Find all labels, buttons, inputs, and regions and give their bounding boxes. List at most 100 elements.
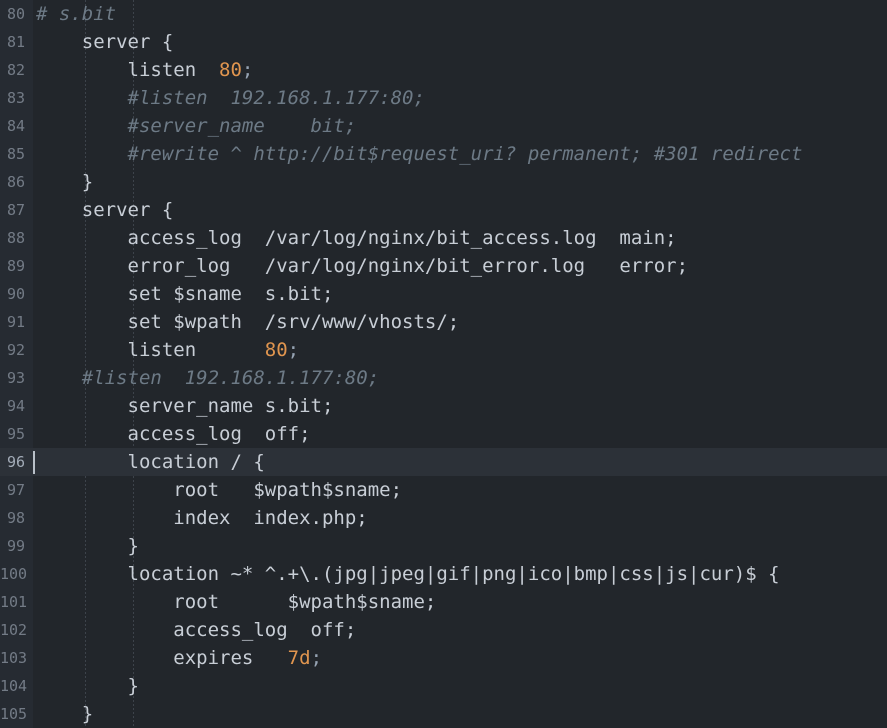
line-content: # s.bit [36,0,116,28]
token-plain: } [36,703,94,725]
token-plain: root $wpath$sname; [36,591,437,613]
code-line[interactable]: 82 listen 80; [0,56,887,84]
token-plain: } [36,171,94,193]
line-number: 83 [6,89,25,107]
line-number: 81 [6,33,25,51]
code-line[interactable]: 91 set $wpath /srv/www/vhosts/; [0,308,887,336]
token-punc: ; [241,59,254,81]
line-content: set $wpath /srv/www/vhosts/; [36,308,460,336]
line-content: access_log off; [36,420,311,448]
token-plain: server { [36,31,174,53]
line-content: #listen 192.168.1.177:80; [36,84,425,112]
line-content: set $sname s.bit; [36,280,334,308]
code-line[interactable]: 89 error_log /var/log/nginx/bit_error.lo… [0,252,887,280]
token-num: 7d [287,647,311,669]
line-number: 82 [6,61,25,79]
token-punc: ; [310,647,323,669]
line-content: server_name s.bit; [36,392,334,420]
token-plain: root $wpath$sname; [36,479,403,501]
line-number: 89 [6,257,25,275]
line-number: 88 [6,229,25,247]
token-plain: location ~* ^.+\.(jpg|jpeg|gif|png|ico|b… [36,563,780,585]
token-plain: location / { [36,451,265,473]
code-line[interactable]: 81 server { [0,28,887,56]
line-number: 93 [6,369,25,387]
token-plain: access_log off; [36,619,357,641]
code-line[interactable]: 92 listen 80; [0,336,887,364]
line-content: } [36,700,93,728]
line-content: error_log /var/log/nginx/bit_error.log e… [36,252,689,280]
line-number: 97 [6,481,25,499]
line-number: 90 [6,285,25,303]
token-plain: listen [36,339,265,361]
line-content: #rewrite ^ http://bit$request_uri? perma… [36,140,803,168]
code-editor[interactable]: 80 # s.bit 81 server {82 listen 80; 83 #lis… [0,0,887,728]
line-number: 103 [0,649,28,667]
line-content: #server_name bit; [36,112,357,140]
token-plain: error_log /var/log/nginx/bit_error.log e… [36,255,689,277]
line-content: } [36,532,139,560]
line-number: 86 [6,173,25,191]
token-plain: index index.php; [36,507,368,529]
line-content: root $wpath$sname; [36,588,436,616]
token-plain: access_log /var/log/nginx/bit_access.log… [36,227,677,249]
line-number: 96 [6,453,25,471]
line-content: server { [36,28,174,56]
line-number: 87 [6,201,25,219]
line-content: index index.php; [36,504,368,532]
code-line[interactable]: 84 #server_name bit; [0,112,887,140]
text-caret [33,451,35,474]
line-content: location ~* ^.+\.(jpg|jpeg|gif|png|ico|b… [36,560,780,588]
code-line[interactable]: 102 access_log off; [0,616,887,644]
code-line[interactable]: 94 server_name s.bit; [0,392,887,420]
token-comment: #listen 192.168.1.177:80; [36,87,425,109]
line-content: access_log off; [36,616,356,644]
code-line[interactable]: 100 location ~* ^.+\.(jpg|jpeg|gif|png|i… [0,560,887,588]
code-line[interactable]: 98 index index.php; [0,504,887,532]
line-content: #listen 192.168.1.177:80; [36,364,379,392]
code-line[interactable]: 88 access_log /var/log/nginx/bit_access.… [0,224,887,252]
line-content: } [36,672,139,700]
token-num: 80 [264,339,288,361]
line-number: 99 [6,537,25,555]
line-number: 100 [0,565,28,583]
token-plain: access_log off; [36,423,311,445]
token-plain: listen [36,59,220,81]
line-content: } [36,168,93,196]
line-number: 102 [0,621,28,639]
line-number: 91 [6,313,25,331]
code-line[interactable]: 99 } [0,532,887,560]
line-content: listen 80; [36,56,254,84]
code-line[interactable]: 80 # s.bit [0,0,887,28]
code-line[interactable]: 90 set $sname s.bit; [0,280,887,308]
code-line[interactable]: 95 access_log off; [0,420,887,448]
token-comment: # s.bit [36,3,117,25]
code-line[interactable]: 86 } [0,168,887,196]
code-line-current[interactable]: 96 location / { [0,448,887,476]
code-line[interactable]: 105 } [0,700,887,728]
code-lines[interactable]: 80 # s.bit 81 server {82 listen 80; 83 #lis… [0,0,887,728]
token-plain: server { [36,199,174,221]
code-line[interactable]: 93 #listen 192.168.1.177:80; [0,364,887,392]
code-line[interactable]: 83 #listen 192.168.1.177:80; [0,84,887,112]
token-plain: } [36,535,139,557]
line-number: 84 [6,117,25,135]
code-line[interactable]: 104 } [0,672,887,700]
line-number: 85 [6,145,25,163]
line-content: server { [36,196,174,224]
code-line[interactable]: 97 root $wpath$sname; [0,476,887,504]
code-line[interactable]: 101 root $wpath$sname; [0,588,887,616]
line-number: 92 [6,341,25,359]
token-num: 80 [219,59,242,81]
line-number: 80 [6,5,25,23]
line-content: listen 80; [36,336,300,364]
line-number: 101 [0,593,28,611]
code-line[interactable]: 103 expires 7d; [0,644,887,672]
code-line[interactable]: 87 server { [0,196,887,224]
token-comment: #rewrite ^ http://bit$request_uri? perma… [36,143,803,165]
line-number: 104 [0,677,28,695]
line-content: root $wpath$sname; [36,476,402,504]
line-number: 98 [6,509,25,527]
code-line[interactable]: 85 #rewrite ^ http://bit$request_uri? pe… [0,140,887,168]
token-comment: #listen 192.168.1.177:80; [36,367,380,389]
